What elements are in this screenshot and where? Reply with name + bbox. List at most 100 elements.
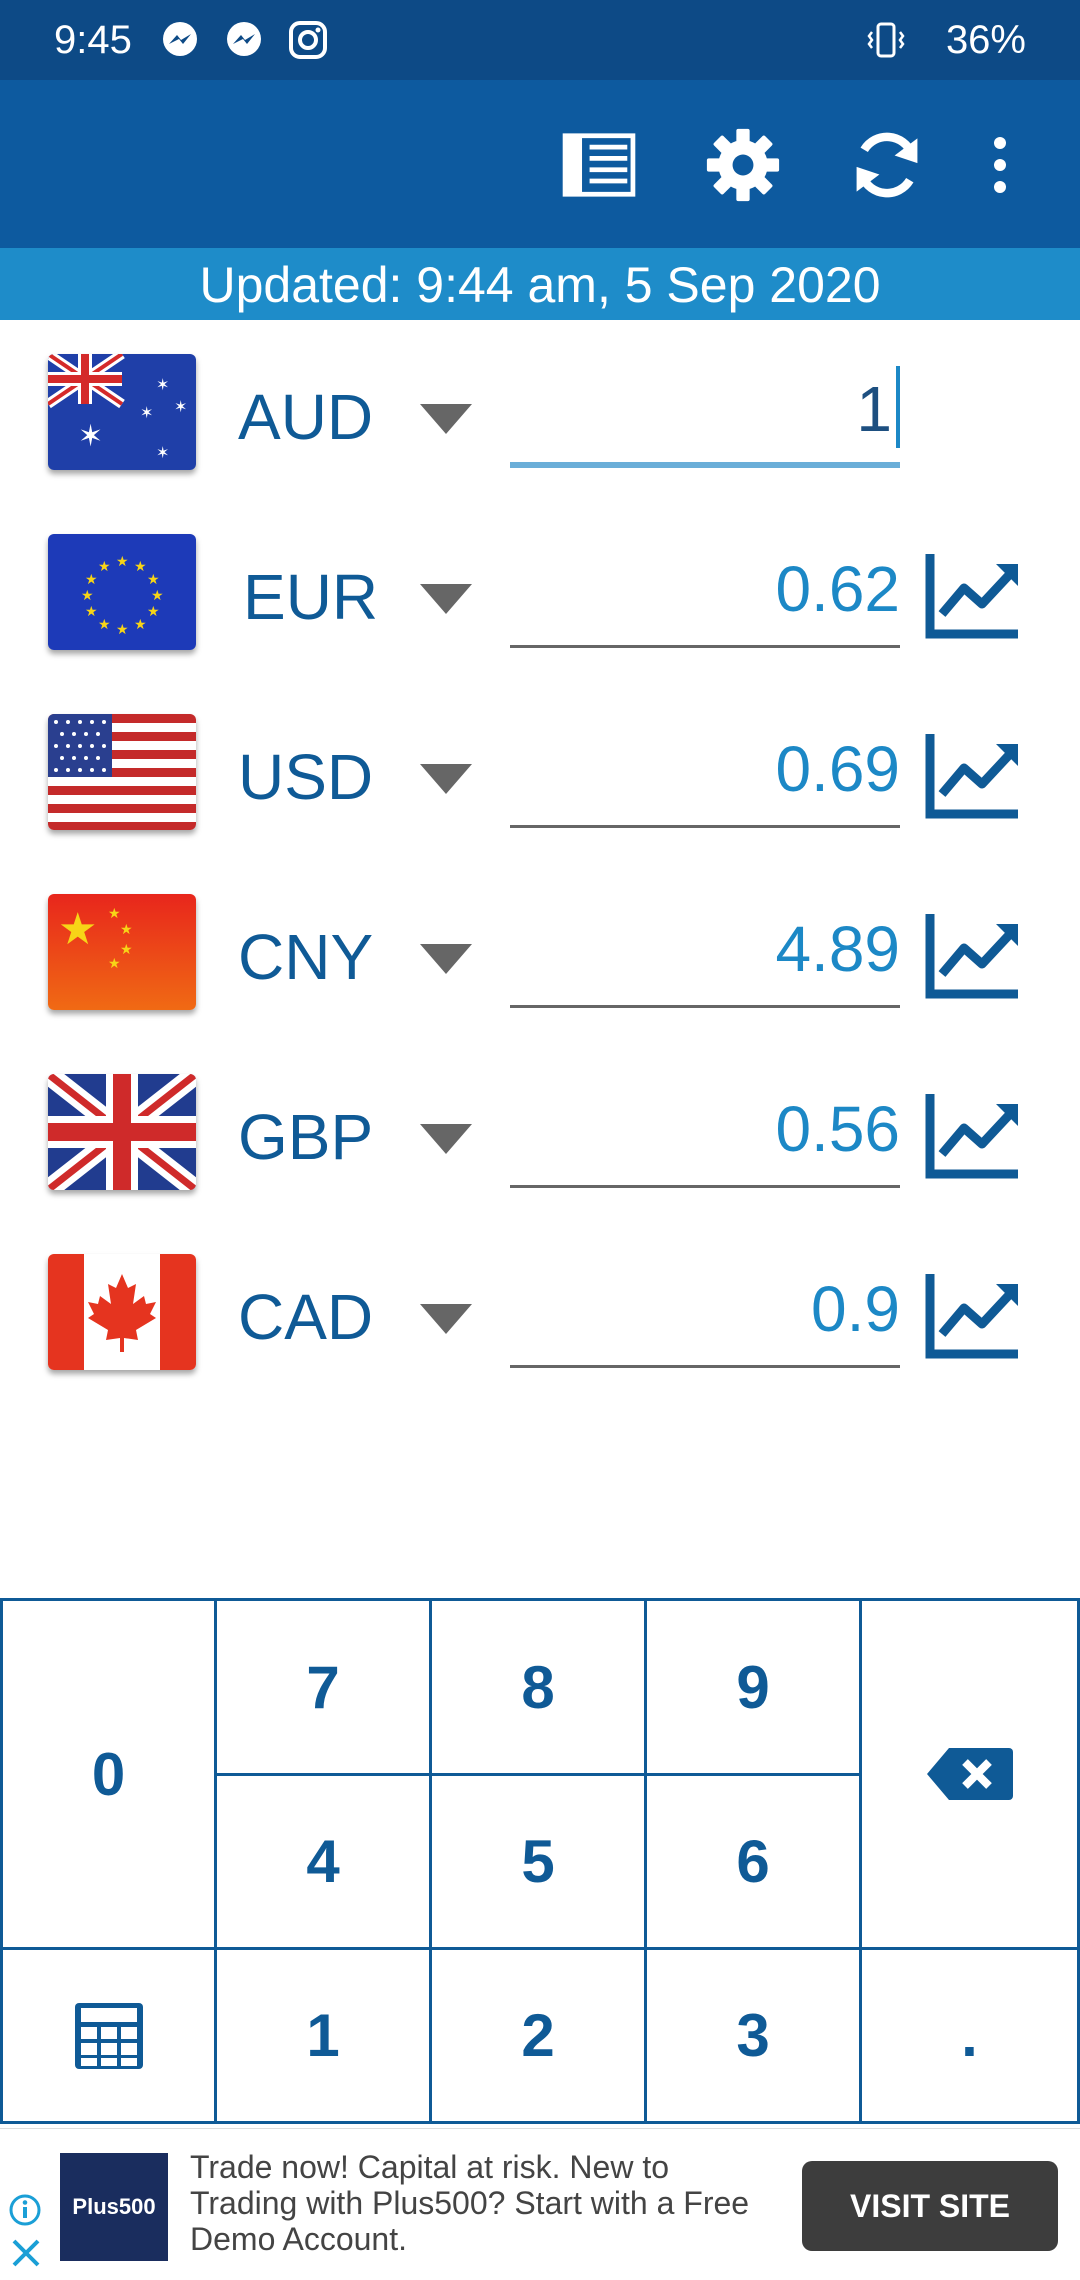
amount-value: 4.89 — [775, 913, 900, 985]
currency-row-aud: ✶ ✶ ✶ ✶ ✶ AUD 1 — [0, 320, 1080, 500]
amount-value: 1 — [856, 373, 892, 445]
amount-value: 0.69 — [775, 733, 900, 805]
currency-code: AUD — [238, 381, 374, 453]
key-1[interactable]: 1 — [214, 1947, 432, 2124]
svg-text:★: ★ — [98, 559, 111, 575]
status-bar: 9:45 36% — [0, 0, 1080, 80]
ad-info-icon[interactable] — [8, 2193, 42, 2227]
currency-row-usd: USD 0.69 — [0, 680, 1080, 860]
last-updated-text: Updated: 9:44 am, 5 Sep 2020 — [0, 248, 1080, 320]
currency-code: EUR — [243, 561, 379, 633]
svg-text:✶: ✶ — [156, 375, 169, 394]
svg-text:★: ★ — [108, 956, 121, 972]
backspace-key[interactable] — [859, 1598, 1080, 1950]
svg-text:★: ★ — [108, 906, 121, 922]
text-cursor — [896, 366, 900, 448]
amount-value: 0.62 — [775, 553, 900, 625]
ad-banner: Plus500 Trade now! Capital at risk. New … — [0, 2128, 1080, 2280]
svg-text:★: ★ — [134, 617, 147, 633]
svg-text:★: ★ — [116, 622, 129, 638]
list-icon[interactable] — [554, 120, 644, 210]
currency-row-eur: ★ ★ ★ ★ ★ ★ ★ ★ ★ ★ ★ ★ EUR 0.62 — [0, 500, 1080, 680]
key-7[interactable]: 7 — [214, 1598, 432, 1776]
usa-flag[interactable] — [48, 714, 196, 830]
australia-flag[interactable]: ✶ ✶ ✶ ✶ ✶ — [48, 354, 196, 470]
key-3[interactable]: 3 — [644, 1947, 862, 2124]
currency-row-cny: ★ ★ ★ ★ ★ CNY 4.89 — [0, 860, 1080, 1040]
svg-text:✶: ✶ — [156, 443, 169, 462]
key-4[interactable]: 4 — [214, 1773, 432, 1950]
amount-input-gbp[interactable]: 0.56 — [510, 1080, 900, 1188]
messenger-icon-2 — [224, 20, 264, 60]
uk-flag[interactable] — [48, 1074, 196, 1190]
currency-converter-app: 9:45 36% Updated: 9:44 am, 5 Sep 2020 ✶ … — [0, 0, 1080, 2280]
dropdown-arrow-icon[interactable] — [418, 398, 474, 438]
trend-chart-icon[interactable] — [924, 730, 1020, 820]
key-8[interactable]: 8 — [429, 1598, 647, 1776]
dropdown-arrow-icon[interactable] — [418, 758, 474, 798]
key-0[interactable]: 0 — [0, 1598, 217, 1950]
numeric-keypad: 0 7 8 9 4 5 6 1 2 3 . — [0, 1598, 1080, 2124]
dropdown-arrow-icon[interactable] — [418, 1118, 474, 1158]
status-time: 9:45 — [54, 18, 132, 62]
svg-text:★: ★ — [116, 554, 129, 570]
app-toolbar — [0, 80, 1080, 248]
svg-text:★: ★ — [81, 588, 94, 604]
svg-text:★: ★ — [147, 604, 160, 620]
instagram-icon — [288, 20, 328, 60]
amount-value: 0.56 — [775, 1093, 900, 1165]
amount-input-cny[interactable]: 4.89 — [510, 900, 900, 1008]
canada-flag[interactable] — [48, 1254, 196, 1370]
svg-text:★: ★ — [147, 572, 160, 588]
eu-flag[interactable]: ★ ★ ★ ★ ★ ★ ★ ★ ★ ★ ★ ★ — [48, 534, 196, 650]
dropdown-arrow-icon[interactable] — [418, 938, 474, 978]
refresh-icon[interactable] — [842, 120, 932, 210]
dropdown-arrow-icon[interactable] — [418, 1298, 474, 1338]
key-6[interactable]: 6 — [644, 1773, 862, 1950]
currency-row-cad: CAD 0.9 — [0, 1220, 1080, 1400]
currency-code: USD — [238, 741, 374, 813]
vibrate-icon — [866, 20, 906, 60]
calculator-icon — [74, 2002, 143, 2069]
china-flag[interactable]: ★ ★ ★ ★ ★ — [48, 894, 196, 1010]
svg-text:★: ★ — [98, 617, 111, 633]
ad-text[interactable]: Trade now! Capital at risk. New to Tradi… — [190, 2149, 750, 2257]
settings-gear-icon[interactable] — [698, 120, 788, 210]
trend-chart-icon[interactable] — [924, 1270, 1020, 1360]
amount-input-usd[interactable]: 0.69 — [510, 720, 900, 828]
plus500-logo[interactable]: Plus500 — [60, 2153, 168, 2261]
svg-text:★: ★ — [120, 942, 133, 958]
key-2[interactable]: 2 — [429, 1947, 647, 2124]
svg-text:★: ★ — [151, 588, 164, 604]
amount-input-eur[interactable]: 0.62 — [510, 540, 900, 648]
more-vert-icon[interactable] — [970, 120, 1030, 210]
svg-text:★: ★ — [85, 604, 98, 620]
svg-text:✶: ✶ — [140, 403, 153, 422]
svg-text:★: ★ — [120, 922, 133, 938]
visit-site-button[interactable]: VISIT SITE — [802, 2161, 1058, 2251]
svg-text:✶: ✶ — [174, 397, 187, 416]
key-9[interactable]: 9 — [644, 1598, 862, 1776]
key-5[interactable]: 5 — [429, 1773, 647, 1950]
svg-text:★: ★ — [134, 559, 147, 575]
trend-chart-icon[interactable] — [924, 910, 1020, 1000]
trend-chart-icon[interactable] — [924, 1090, 1020, 1180]
trend-chart-icon[interactable] — [924, 550, 1020, 640]
amount-value: 0.9 — [811, 1273, 900, 1345]
svg-text:✶: ✶ — [78, 419, 103, 454]
currency-code: CAD — [238, 1281, 374, 1353]
battery-level: 36% — [945, 18, 1026, 62]
messenger-icon — [160, 20, 200, 60]
amount-input-cad[interactable]: 0.9 — [510, 1260, 900, 1368]
svg-text:★: ★ — [58, 904, 97, 955]
svg-text:★: ★ — [85, 572, 98, 588]
key-decimal[interactable]: . — [859, 1947, 1080, 2124]
amount-input-aud[interactable]: 1 — [510, 360, 900, 468]
backspace-icon — [926, 1748, 1013, 1800]
ad-close-icon[interactable] — [10, 2237, 42, 2269]
currency-code: GBP — [238, 1101, 374, 1173]
calculator-key[interactable] — [0, 1947, 217, 2124]
currency-row-gbp: GBP 0.56 — [0, 1040, 1080, 1220]
dropdown-arrow-icon[interactable] — [418, 578, 474, 618]
currency-code: CNY — [238, 921, 374, 993]
